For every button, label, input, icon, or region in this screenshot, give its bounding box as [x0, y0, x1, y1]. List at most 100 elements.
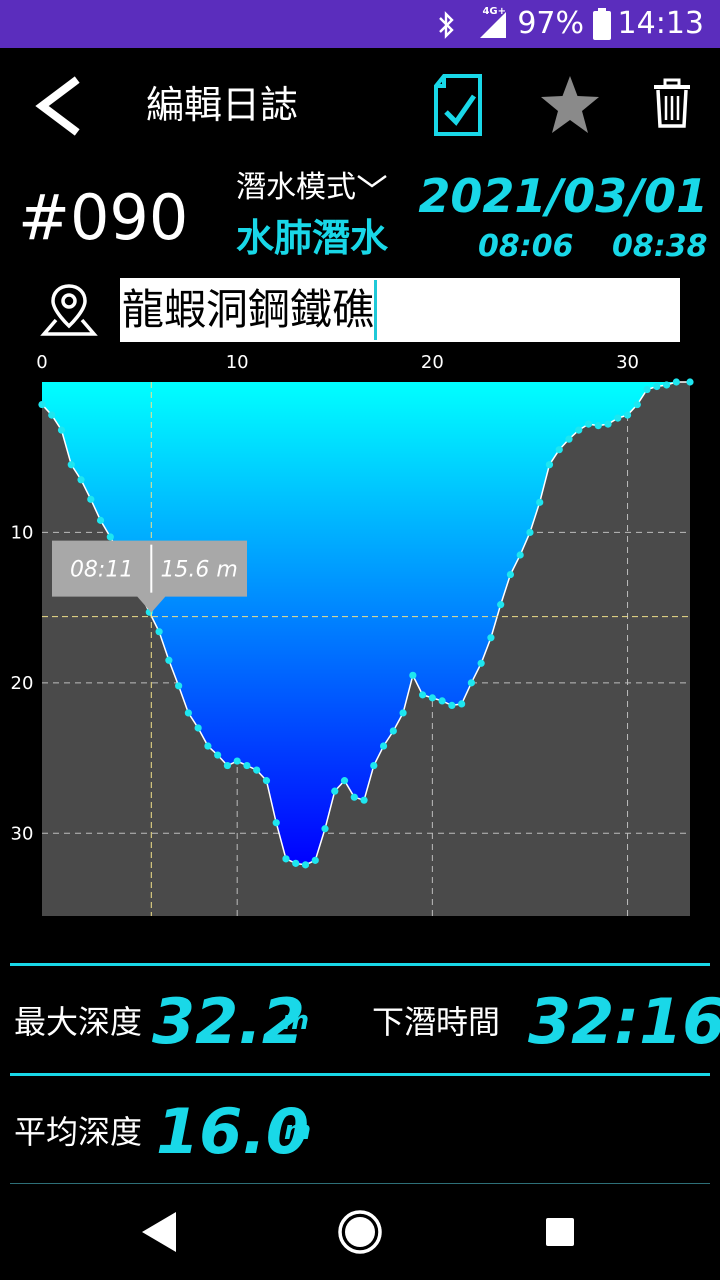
depth-point: [321, 825, 329, 833]
depth-point: [379, 742, 388, 750]
status-time: 14:13: [617, 6, 704, 41]
dive-time-value: 32:16: [528, 985, 720, 1058]
x-tick-label: 10: [226, 352, 249, 373]
depth-point: [555, 446, 563, 454]
stats-divider-bottom: [10, 1183, 710, 1184]
x-tick-label: 30: [616, 352, 639, 373]
depth-point: [233, 757, 241, 765]
depth-point: [643, 385, 651, 394]
depth-profile-chart[interactable]: 0 10 20 30 10 20 30 08:11 15.6 m: [0, 340, 720, 940]
depth-point: [497, 601, 505, 609]
stats-divider-top: [10, 963, 710, 966]
dive-start-time[interactable]: 08:06: [478, 228, 574, 266]
signal-icon: [480, 12, 506, 38]
depth-point: [184, 709, 192, 717]
depth-point: [614, 414, 622, 422]
depth-point: [360, 796, 368, 804]
depth-point: [331, 787, 339, 795]
depth-point: [653, 382, 661, 391]
depth-point: [594, 422, 602, 430]
depth-point: [584, 420, 593, 428]
depth-point: [672, 378, 680, 386]
dive-time-label: 下潛時間: [372, 1003, 501, 1041]
dive-mode-value[interactable]: 水肺潛水: [236, 214, 388, 262]
save-check-icon[interactable]: [430, 72, 486, 138]
depth-point: [165, 656, 173, 664]
depth-point: [223, 761, 232, 770]
depth-point: [340, 777, 349, 785]
depth-point: [292, 859, 300, 867]
location-pin-icon: [40, 284, 98, 336]
depth-point: [565, 435, 573, 443]
depth-point: [438, 697, 446, 705]
location-text: 龍蝦洞鋼鐵礁: [122, 285, 375, 334]
depth-point: [38, 400, 46, 409]
trash-icon[interactable]: [650, 78, 694, 130]
depth-point: [662, 381, 671, 389]
depth-point: [204, 742, 212, 750]
battery-icon: [593, 8, 611, 40]
depth-point: [467, 679, 475, 687]
y-tick-label: 20: [11, 673, 34, 694]
depth-point: [48, 411, 56, 419]
bluetooth-icon: [439, 11, 454, 39]
depth-point: [272, 819, 280, 827]
depth-point: [214, 751, 222, 759]
nav-home-icon[interactable]: [336, 1208, 384, 1256]
screen-title: 編輯日誌: [146, 83, 299, 127]
x-tick-label: 20: [421, 352, 444, 373]
depth-point: [262, 777, 271, 785]
depth-point: [419, 691, 427, 699]
depth-point: [253, 766, 261, 774]
depth-point: [389, 727, 397, 735]
max-depth-label: 最大深度: [14, 1003, 143, 1041]
depth-point: [448, 701, 456, 710]
depth-point: [409, 671, 417, 679]
avg-depth-label: 平均深度: [14, 1113, 143, 1151]
depth-point: [175, 682, 183, 690]
depth-point: [96, 516, 105, 524]
dive-mode-dropdown[interactable]: 潛水模式: [236, 168, 388, 208]
depth-point: [282, 855, 290, 863]
depth-point: [545, 461, 554, 469]
depth-point: [526, 528, 534, 537]
navigation-bar: [0, 1186, 720, 1280]
tooltip-depth: 15.6 m: [160, 558, 237, 583]
status-bar: 4G+ 97% 14:13: [0, 0, 720, 48]
depth-point: [243, 761, 251, 770]
depth-point: [428, 694, 436, 702]
tooltip-time: 08:11: [70, 558, 133, 583]
y-tick-label: 10: [11, 522, 34, 543]
dive-end-time[interactable]: 08:38: [612, 228, 708, 266]
depth-point: [77, 476, 85, 484]
nav-recents-icon[interactable]: [544, 1216, 576, 1248]
x-axis-ticks: 0 10 20 30: [36, 352, 639, 373]
avg-depth-unit: m: [284, 1116, 312, 1146]
max-depth-unit: m: [282, 1006, 310, 1036]
nav-back-icon[interactable]: [140, 1210, 180, 1254]
dive-number: #090: [18, 181, 189, 254]
star-icon[interactable]: [538, 74, 602, 136]
depth-point: [399, 709, 407, 717]
depth-point: [506, 570, 515, 579]
depth-point: [311, 856, 319, 864]
depth-point: [67, 461, 75, 469]
depth-point: [57, 426, 66, 434]
depth-point: [575, 426, 583, 434]
depth-point: [686, 378, 694, 386]
dive-date[interactable]: 2021/03/01: [418, 168, 708, 224]
y-tick-label: 30: [11, 823, 34, 844]
depth-point: [633, 400, 641, 409]
depth-point: [301, 861, 310, 869]
location-input[interactable]: 龍蝦洞鋼鐵礁: [120, 278, 680, 342]
depth-point: [350, 793, 358, 801]
depth-point: [87, 495, 95, 503]
depth-point: [604, 420, 612, 428]
back-arrow-icon[interactable]: [30, 76, 86, 136]
depth-point: [536, 498, 544, 506]
depth-point: [106, 533, 114, 541]
depth-point: [155, 628, 163, 636]
depth-point: [487, 634, 495, 642]
depth-point: [623, 411, 632, 419]
depth-point: [477, 659, 485, 667]
